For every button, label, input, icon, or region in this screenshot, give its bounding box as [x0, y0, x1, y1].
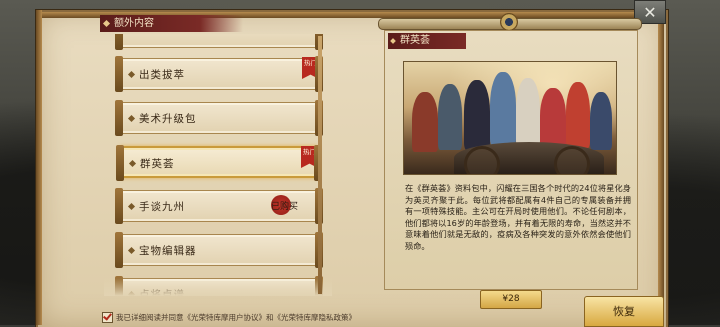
- bullet-icon: [128, 159, 137, 168]
- scroll-rod: [378, 13, 642, 31]
- emblem-icon: [500, 13, 518, 31]
- agreement-text[interactable]: 我已详细阅读并同意《光荣特库摩用户协议》和《光荣特库摩隐私政策》: [116, 312, 356, 323]
- list-item-label: 宝物编辑器: [139, 245, 197, 257]
- section-header-label: 额外内容: [114, 18, 154, 29]
- list-item-label: 点将卓谱: [139, 289, 185, 296]
- price-label: ¥28: [502, 294, 520, 304]
- detail-title-label: 群英荟: [400, 35, 430, 46]
- bullet-icon: [127, 114, 136, 123]
- list-item-label: 手谈九州: [139, 201, 185, 213]
- bullet-icon: [127, 202, 136, 211]
- list-item-art-upgrade[interactable]: 美术升级包: [115, 100, 323, 136]
- agreement-row: 我已详细阅读并同意《光荣特库摩用户协议》和《光荣特库摩隐私政策》: [102, 310, 382, 325]
- dlc-description: 在《群英荟》资料包中，闪耀在三国各个时代的24位将星化身为英灵齐聚于此。每位武将…: [405, 183, 631, 251]
- list-item-shoutan-jiuzhou[interactable]: 手谈九州 已购买: [115, 188, 323, 224]
- agreement-checkbox[interactable]: [102, 312, 113, 323]
- restore-button[interactable]: 恢复: [584, 296, 664, 327]
- close-icon: ✕: [643, 2, 657, 22]
- dlc-artwork: [404, 62, 616, 174]
- list-item-label: 群英荟: [140, 158, 175, 170]
- bullet-icon: [127, 70, 136, 79]
- content-list[interactable]: 出类拔萃 热门 美术升级包 群英荟 热门 手谈九州 已购买 宝物编辑器 点将卓谱: [104, 34, 332, 296]
- purchase-button[interactable]: ¥28: [480, 290, 542, 309]
- list-item-treasure-editor[interactable]: 宝物编辑器: [115, 232, 323, 268]
- bullet-icon: [127, 290, 136, 296]
- list-scrollbar[interactable]: [318, 36, 322, 294]
- section-header: 额外内容: [100, 15, 243, 32]
- hot-badge: 热门: [302, 57, 319, 79]
- diamond-icon: [102, 19, 111, 28]
- restore-label: 恢复: [613, 305, 635, 318]
- list-item-dianjiang[interactable]: 点将卓谱: [115, 276, 323, 296]
- panel-left-edge: [36, 10, 42, 325]
- owned-label: 已购买: [271, 202, 299, 212]
- list-item-qunying-hui[interactable]: 群英荟 热门: [116, 145, 322, 181]
- panel-right-edge: [658, 10, 664, 325]
- list-item-label: 美术升级包: [139, 113, 197, 125]
- hot-badge: 热门: [301, 146, 318, 168]
- detail-title: 群英荟: [388, 33, 466, 49]
- diamond-icon: [390, 38, 396, 44]
- list-item-chulei-bacui[interactable]: 出类拔萃 热门: [115, 56, 323, 92]
- list-item[interactable]: [115, 34, 323, 50]
- bullet-icon: [127, 246, 136, 255]
- list-item-label: 出类拔萃: [139, 69, 185, 81]
